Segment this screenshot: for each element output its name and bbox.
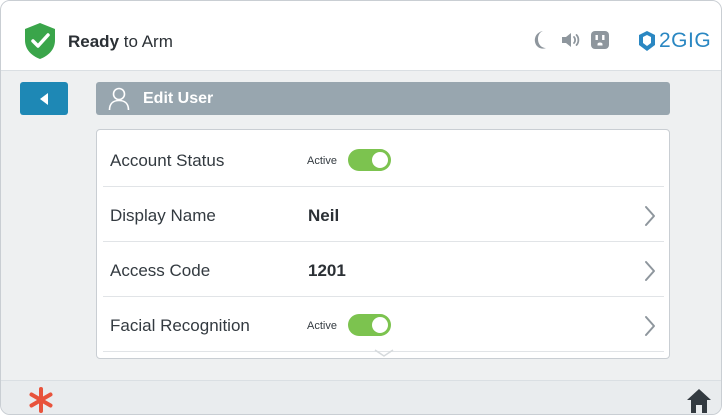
app-frame: Ready to Arm 2GIG Edit User Account Stat… xyxy=(0,0,722,415)
toggle-knob xyxy=(372,317,388,333)
edit-user-header: Edit User xyxy=(96,82,670,115)
access-code-value: 1201 xyxy=(308,261,346,280)
user-settings-list: Account Status Active Display Name Neil … xyxy=(96,129,670,359)
display-name-value: Neil xyxy=(308,206,340,225)
speaker-icon[interactable] xyxy=(559,29,581,51)
top-status-bar: Ready to Arm 2GIG xyxy=(1,1,721,71)
arrow-left-icon xyxy=(40,92,48,105)
shield-check-icon xyxy=(25,23,55,59)
row-label: Display Name xyxy=(110,206,216,225)
row-account-status: Account Status Active xyxy=(103,132,664,187)
chevron-right-icon[interactable] xyxy=(643,205,657,227)
status-rest: to Arm xyxy=(119,32,173,51)
brand-logo: 2GIG xyxy=(638,28,711,54)
brand-name: 2GIG xyxy=(659,29,712,52)
status-strong: Ready xyxy=(68,32,120,51)
toggle-state-label: Active xyxy=(307,155,337,167)
account-status-toggle[interactable] xyxy=(348,149,391,171)
chevron-right-icon[interactable] xyxy=(643,315,657,337)
brand-mark-icon xyxy=(639,31,655,51)
row-display-name[interactable]: Display Name Neil xyxy=(103,187,664,242)
row-label: Account Status xyxy=(110,151,225,170)
facial-recognition-toggle[interactable] xyxy=(348,314,391,336)
row-label: Access Code xyxy=(110,261,211,280)
home-icon[interactable] xyxy=(685,386,713,414)
moon-icon[interactable] xyxy=(529,29,551,51)
toggle-knob xyxy=(372,152,388,168)
user-icon xyxy=(108,87,130,110)
chevron-right-icon[interactable] xyxy=(643,260,657,282)
bottom-bar xyxy=(1,380,721,414)
system-status-text: Ready to Arm xyxy=(68,32,173,52)
back-button[interactable] xyxy=(20,82,68,115)
scroll-down-indicator-icon[interactable] xyxy=(373,348,395,358)
row-facial-recognition[interactable]: Facial Recognition Active xyxy=(103,297,664,352)
row-access-code[interactable]: Access Code 1201 xyxy=(103,242,664,297)
asterisk-icon[interactable] xyxy=(28,387,54,413)
row-label: Facial Recognition xyxy=(110,316,250,335)
toggle-state-label: Active xyxy=(307,320,337,332)
outlet-icon[interactable] xyxy=(589,29,611,51)
page-title: Edit User xyxy=(143,89,214,107)
